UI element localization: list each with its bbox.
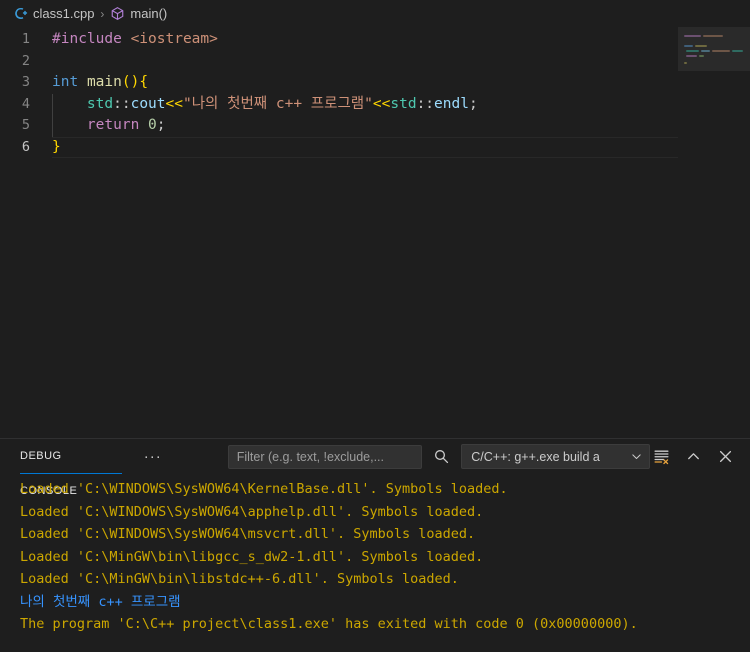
filter-box[interactable] [227, 444, 423, 469]
panel-actions [650, 446, 742, 468]
clear-console-icon[interactable] [650, 446, 672, 468]
code-token: #include [52, 31, 122, 47]
indent-guide [52, 115, 53, 137]
code-token: ; [468, 95, 478, 112]
code-token: <iostream> [130, 31, 218, 47]
code-token: << [372, 95, 391, 112]
code-line-text: #include <iostream> [52, 29, 218, 51]
line-number: 3 [21, 74, 30, 90]
line-number: 2 [21, 52, 30, 69]
console-output[interactable]: Loaded 'C:\WINDOWS\SysWOW64\KernelBase.d… [0, 474, 750, 636]
code-token: main [86, 74, 122, 90]
code-token: () [121, 74, 140, 90]
console-line: Loaded 'C:\WINDOWS\SysWOW64\apphelp.dll'… [20, 503, 484, 520]
symbol-method-cube-icon [110, 6, 125, 21]
minimap[interactable] [678, 27, 750, 438]
code-token: "나의 첫번째 c++ 프로그램" [182, 95, 373, 112]
current-line-highlight [52, 136, 678, 158]
code-token: << [165, 95, 183, 112]
code-lines[interactable]: 1 #include <iostream> 2 3 int main(){4 std::… [0, 27, 750, 158]
breadcrumb-item-symbol[interactable]: main() [110, 6, 167, 21]
code-token: std [390, 95, 417, 112]
code-token: { [139, 74, 149, 90]
chevron-down-icon [630, 450, 643, 463]
code-line[interactable]: 2 [0, 51, 750, 73]
debug-console-panel: DEBUG CONSOLE ··· C/C++: g++.exe build a [0, 438, 750, 652]
code-token: std [86, 95, 114, 112]
code-token: } [52, 138, 61, 155]
code-editor[interactable]: 1 #include <iostream> 2 3 int main(){4 std::… [0, 27, 750, 438]
debug-session-label: C/C++: g++.exe build a [471, 449, 600, 464]
code-token: ; [156, 117, 166, 133]
line-number: 1 [21, 31, 30, 47]
panel-header: DEBUG CONSOLE ··· C/C++: g++.exe build a [0, 439, 750, 497]
breadcrumb-symbol-label: main() [130, 6, 168, 21]
console-line: Loaded 'C:\WINDOWS\SysWOW64\KernelBase.d… [20, 481, 508, 497]
chevron-up-icon[interactable] [682, 446, 704, 468]
code-token: return [86, 117, 140, 133]
cpp-file-icon [13, 6, 28, 21]
code-token: :: [113, 95, 131, 112]
console-line: The program 'C:\C++ project\class1.exe' … [20, 616, 638, 632]
console-line: Loaded 'C:\WINDOWS\SysWOW64\msvcrt.dll'.… [20, 526, 476, 542]
panel-overflow-menu-icon[interactable]: ··· [138, 447, 168, 466]
breadcrumb-separator: › [100, 6, 105, 21]
minimap-slider[interactable] [678, 27, 750, 71]
code-line-text: std::cout<<"나의 첫번째 c++ 프로그램"<<std::endl; [52, 93, 478, 115]
code-token: 0 [148, 117, 157, 133]
filter-input[interactable] [236, 449, 414, 464]
code-token: endl [434, 95, 469, 112]
code-token: cout [130, 95, 166, 112]
indent-guide [52, 93, 53, 115]
console-line: Loaded 'C:\MinGW\bin\libstdc++-6.dll'. S… [20, 571, 459, 587]
console-line: Loaded 'C:\MinGW\bin\libgcc_s_dw2-1.dll'… [20, 548, 484, 565]
console-line: 나의 첫번째 c++ 프로그램 [20, 593, 181, 610]
code-line[interactable]: 4 std::cout<<"나의 첫번째 c++ 프로그램"<<std::end… [0, 93, 750, 115]
code-line-text: return 0; [52, 115, 166, 137]
code-line-text: int main(){ [52, 72, 148, 94]
tab-debug-console[interactable]: DEBUG CONSOLE [20, 439, 122, 497]
breadcrumb-item-file[interactable]: class1.cpp [13, 6, 94, 21]
debug-session-select[interactable]: C/C++: g++.exe build a [461, 444, 650, 469]
code-line[interactable]: 1 #include <iostream> [0, 29, 750, 51]
line-number: 6 [21, 138, 30, 155]
breadcrumb: class1.cpp › main() [0, 0, 750, 27]
breadcrumb-file-label: class1.cpp [33, 6, 95, 21]
line-number: 4 [21, 95, 30, 112]
code-token: int [52, 74, 79, 90]
code-line[interactable]: 5 return 0; [0, 115, 750, 137]
code-line[interactable]: 3 int main(){ [0, 72, 750, 94]
code-line[interactable]: 6} [0, 136, 750, 159]
code-token: :: [416, 95, 435, 112]
search-icon[interactable] [430, 446, 452, 468]
code-line-text: } [52, 137, 61, 159]
close-icon[interactable] [714, 446, 736, 468]
line-number: 5 [21, 117, 30, 133]
